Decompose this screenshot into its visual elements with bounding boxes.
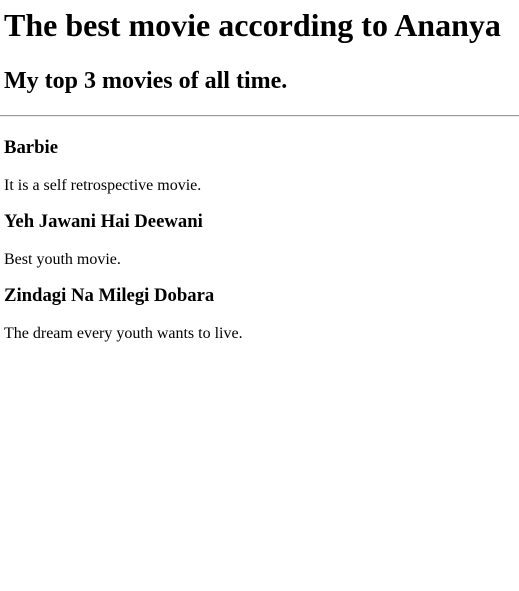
page-subtitle: My top 3 movies of all time. (4, 68, 288, 94)
divider (0, 115, 519, 117)
movie-title: Yeh Jawani Hai Deewani (4, 211, 203, 232)
movie-title: Zindagi Na Milegi Dobara (4, 285, 215, 306)
movie-item: Zindagi Na Milegi Dobara The dream every… (4, 285, 515, 343)
movie-description: It is a self retrospective movie. (4, 177, 202, 194)
movie-item: Yeh Jawani Hai Deewani Best youth movie. (4, 211, 515, 269)
page-content: The best movie according to Ananya My to… (0, 0, 519, 591)
page-title: The best movie according to Ananya (4, 7, 501, 43)
movie-description: The dream every youth wants to live. (4, 325, 243, 342)
movie-description: Best youth movie. (4, 251, 121, 268)
movie-title: Barbie (4, 137, 58, 158)
movie-item: Barbie It is a self retrospective movie. (4, 137, 515, 195)
